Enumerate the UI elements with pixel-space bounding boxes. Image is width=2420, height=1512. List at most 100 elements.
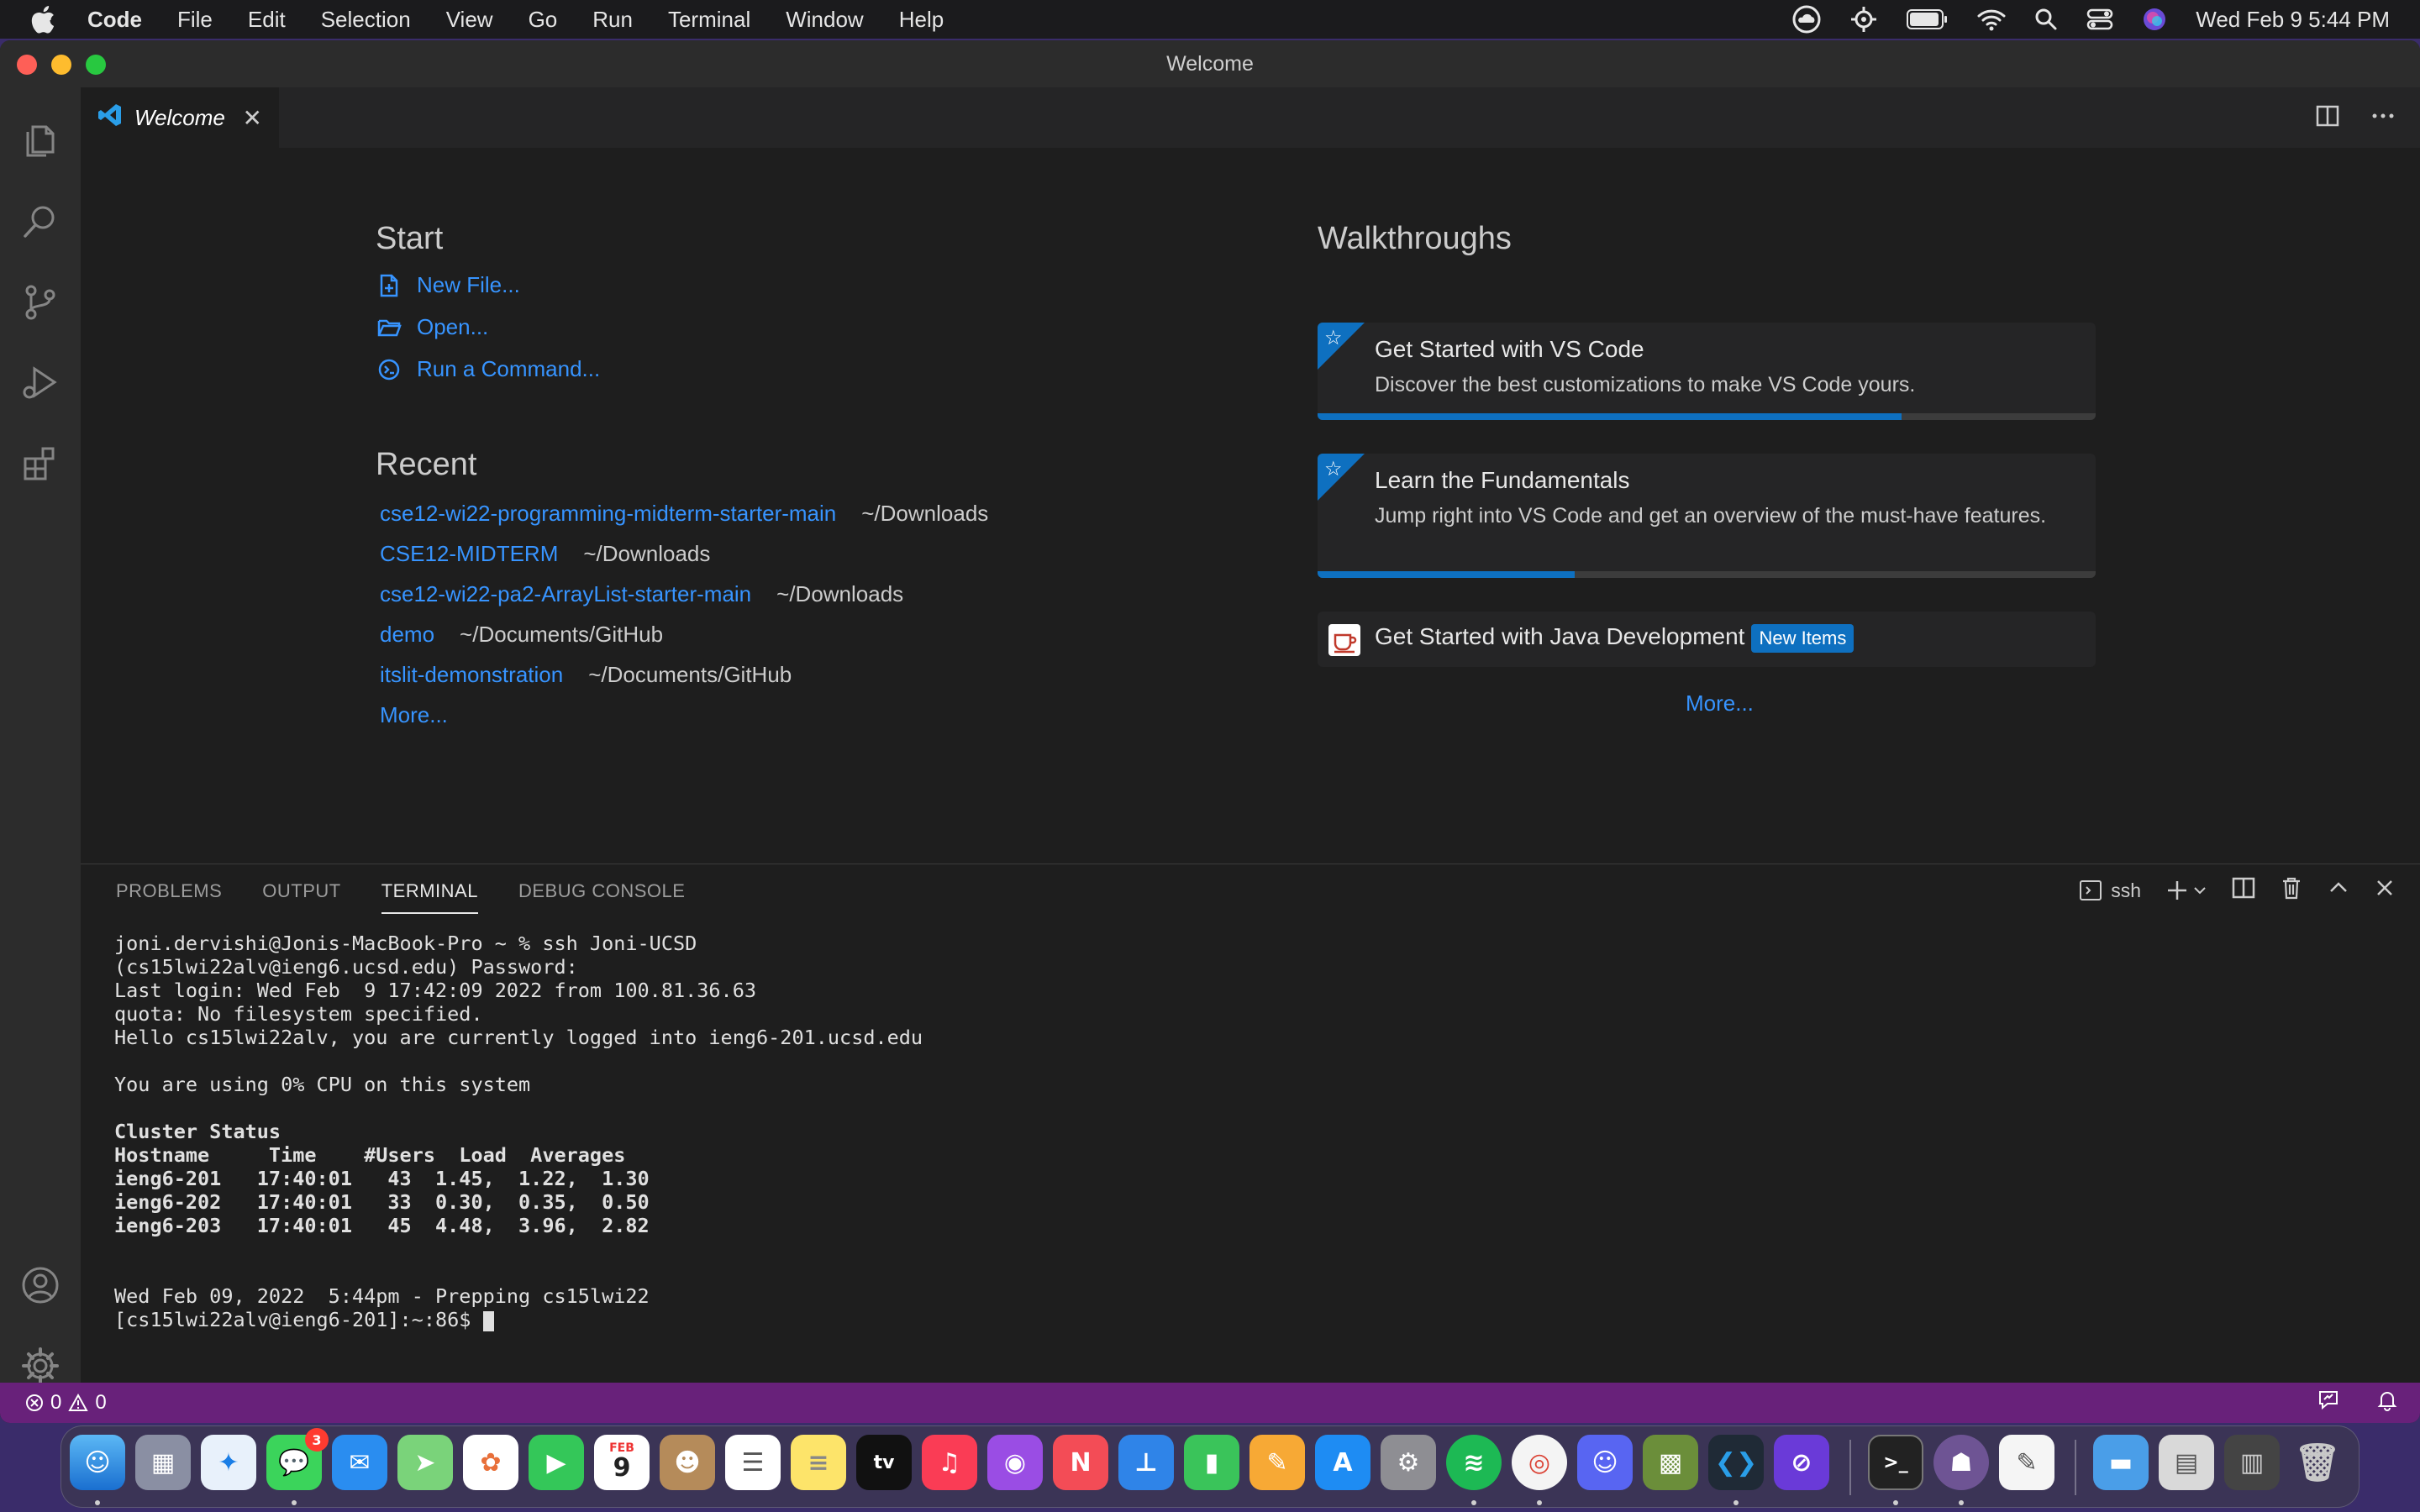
open-link[interactable]: Open...: [376, 314, 488, 340]
textedit-icon[interactable]: ✎: [1999, 1435, 2054, 1490]
menu-app-code[interactable]: Code: [87, 7, 142, 33]
facetime-icon[interactable]: ▶: [529, 1435, 584, 1490]
recent-item-name[interactable]: cse12-wi22-pa2-ArrayList-starter-main: [380, 581, 751, 607]
menu-file[interactable]: File: [177, 7, 213, 33]
messages-icon[interactable]: 💬 3: [266, 1428, 329, 1490]
accounts-icon[interactable]: [20, 1265, 60, 1305]
run-debug-icon[interactable]: [20, 363, 60, 403]
recent-item-name[interactable]: cse12-wi22-programming-midterm-starter-m…: [380, 501, 836, 527]
keynote-icon[interactable]: ⊥: [1118, 1435, 1174, 1490]
run-command-link[interactable]: Run a Command...: [376, 356, 600, 382]
feedback-icon[interactable]: [2317, 1389, 2339, 1417]
extensions-icon[interactable]: [20, 444, 60, 484]
battery-icon[interactable]: [1907, 8, 1949, 30]
wifi-icon[interactable]: [1977, 8, 2006, 31]
screenshots-stack-icon[interactable]: ▥: [2224, 1435, 2280, 1490]
menu-view[interactable]: View: [446, 7, 493, 33]
menubar-clock[interactable]: Wed Feb 9 5:44 PM: [2196, 7, 2390, 33]
explorer-files-icon[interactable]: [20, 121, 60, 161]
menu-go[interactable]: Go: [529, 7, 558, 33]
menu-window[interactable]: Window: [786, 7, 863, 33]
reminders-icon[interactable]: ☰: [725, 1435, 781, 1490]
spotlight-search-icon[interactable]: [2034, 8, 2058, 31]
news-icon[interactable]: N: [1053, 1435, 1108, 1490]
discord-icon[interactable]: ☺: [1577, 1435, 1633, 1490]
launchpad-icon[interactable]: ▦: [135, 1435, 191, 1490]
menu-terminal[interactable]: Terminal: [668, 7, 750, 33]
cloud-icon[interactable]: [1792, 5, 1821, 34]
split-terminal-icon[interactable]: [2232, 876, 2255, 905]
app-store-icon[interactable]: A: [1315, 1435, 1370, 1490]
walkthroughs-more-link[interactable]: More...: [1686, 690, 1754, 717]
notifications-bell-icon[interactable]: [2376, 1389, 2398, 1417]
pages-icon[interactable]: ✎: [1249, 1435, 1305, 1490]
source-control-icon[interactable]: [20, 282, 60, 323]
recent-more-link[interactable]: More...: [380, 702, 448, 728]
walkthrough-card-java[interactable]: Get Started with Java Development New Ite…: [1318, 612, 2096, 667]
system-preferences-icon[interactable]: ⚙: [1381, 1435, 1436, 1490]
notes-icon[interactable]: ≡: [791, 1435, 846, 1490]
contacts-icon[interactable]: ☻: [660, 1435, 715, 1490]
tab-terminal[interactable]: TERMINAL: [381, 869, 478, 914]
tab-close-icon[interactable]: ✕: [243, 104, 262, 132]
steam-icon[interactable]: [1849, 5, 1878, 34]
walkthrough-card-vscode[interactable]: ☆ Get Started with VS Code Discover the …: [1318, 323, 2096, 420]
chevron-down-icon[interactable]: [2193, 884, 2207, 897]
menu-selection[interactable]: Selection: [321, 7, 411, 33]
trash-icon[interactable]: 🗑: [2290, 1435, 2345, 1490]
spotify-icon[interactable]: ≋: [1446, 1435, 1502, 1490]
close-panel-icon[interactable]: [2375, 878, 2395, 903]
recent-item[interactable]: cse12-wi22-programming-midterm-starter-m…: [380, 501, 988, 527]
menu-help[interactable]: Help: [899, 7, 944, 33]
terminal-output[interactable]: joni.dervishi@Jonis-MacBook-Pro ~ % ssh …: [114, 932, 923, 1331]
new-file-link[interactable]: New File...: [376, 272, 520, 298]
new-terminal-button[interactable]: [2166, 879, 2207, 901]
proton-vpn-icon[interactable]: ⊘: [1774, 1435, 1829, 1490]
calendar-icon[interactable]: FEB 9: [594, 1435, 650, 1490]
search-icon[interactable]: [20, 202, 60, 242]
github-desktop-icon[interactable]: ☗: [1933, 1435, 1989, 1490]
safari-icon[interactable]: ✦: [201, 1435, 256, 1490]
menu-edit[interactable]: Edit: [248, 7, 286, 33]
minecraft-icon[interactable]: ▩: [1643, 1435, 1698, 1490]
recent-item[interactable]: CSE12-MIDTERM ~/Downloads: [380, 541, 710, 567]
finder-icon[interactable]: ☺: [70, 1435, 125, 1490]
minimize-window-button[interactable]: [51, 55, 71, 75]
more-actions-icon[interactable]: [2371, 104, 2395, 132]
recent-item[interactable]: cse12-wi22-pa2-ArrayList-starter-main ~/…: [380, 581, 903, 607]
vscode-dock-icon[interactable]: ❮❯: [1708, 1435, 1764, 1490]
maximize-panel-chevron-up-icon[interactable]: [2328, 877, 2349, 904]
split-editor-icon[interactable]: [2316, 104, 2339, 132]
terminal-dock-icon[interactable]: >_: [1868, 1435, 1923, 1490]
downloads-folder-icon[interactable]: ▬: [2093, 1435, 2149, 1490]
recent-item-name[interactable]: demo: [380, 622, 434, 648]
tab-debug-console[interactable]: DEBUG CONSOLE: [518, 880, 685, 902]
numbers-icon[interactable]: ▮: [1184, 1435, 1239, 1490]
mail-icon[interactable]: ✉: [332, 1435, 387, 1490]
walkthrough-card-fundamentals[interactable]: ☆ Learn the Fundamentals Jump right into…: [1318, 454, 2096, 578]
podcasts-icon[interactable]: ◉: [987, 1435, 1043, 1490]
close-window-button[interactable]: [17, 55, 37, 75]
apple-tv-icon[interactable]: tv: [856, 1435, 912, 1490]
photos-icon[interactable]: ✿: [463, 1435, 518, 1490]
kill-terminal-trash-icon[interactable]: [2281, 876, 2302, 905]
documents-stack-icon[interactable]: ▤: [2159, 1435, 2214, 1490]
tab-welcome[interactable]: Welcome ✕: [81, 87, 279, 148]
problems-status[interactable]: 0 0: [25, 1391, 107, 1415]
tab-output[interactable]: OUTPUT: [262, 880, 340, 902]
siri-icon[interactable]: [2142, 7, 2167, 32]
terminal-shell-selector[interactable]: ssh: [2079, 879, 2141, 902]
recent-item-name[interactable]: itslit-demonstration: [380, 662, 563, 688]
zoom-window-button[interactable]: [86, 55, 106, 75]
control-center-icon[interactable]: [2086, 8, 2113, 31]
menu-run[interactable]: Run: [592, 7, 633, 33]
maps-icon[interactable]: ➤: [397, 1435, 453, 1490]
recent-item[interactable]: demo ~/Documents/GitHub: [380, 622, 663, 648]
manage-gear-icon[interactable]: [20, 1346, 60, 1386]
tab-problems[interactable]: PROBLEMS: [116, 880, 222, 902]
recent-item-name[interactable]: CSE12-MIDTERM: [380, 541, 558, 567]
recent-item[interactable]: itslit-demonstration ~/Documents/GitHub: [380, 662, 792, 688]
apple-menu-icon[interactable]: [30, 5, 64, 34]
music-icon[interactable]: ♫: [922, 1435, 977, 1490]
chrome-icon[interactable]: ◎: [1512, 1435, 1567, 1490]
